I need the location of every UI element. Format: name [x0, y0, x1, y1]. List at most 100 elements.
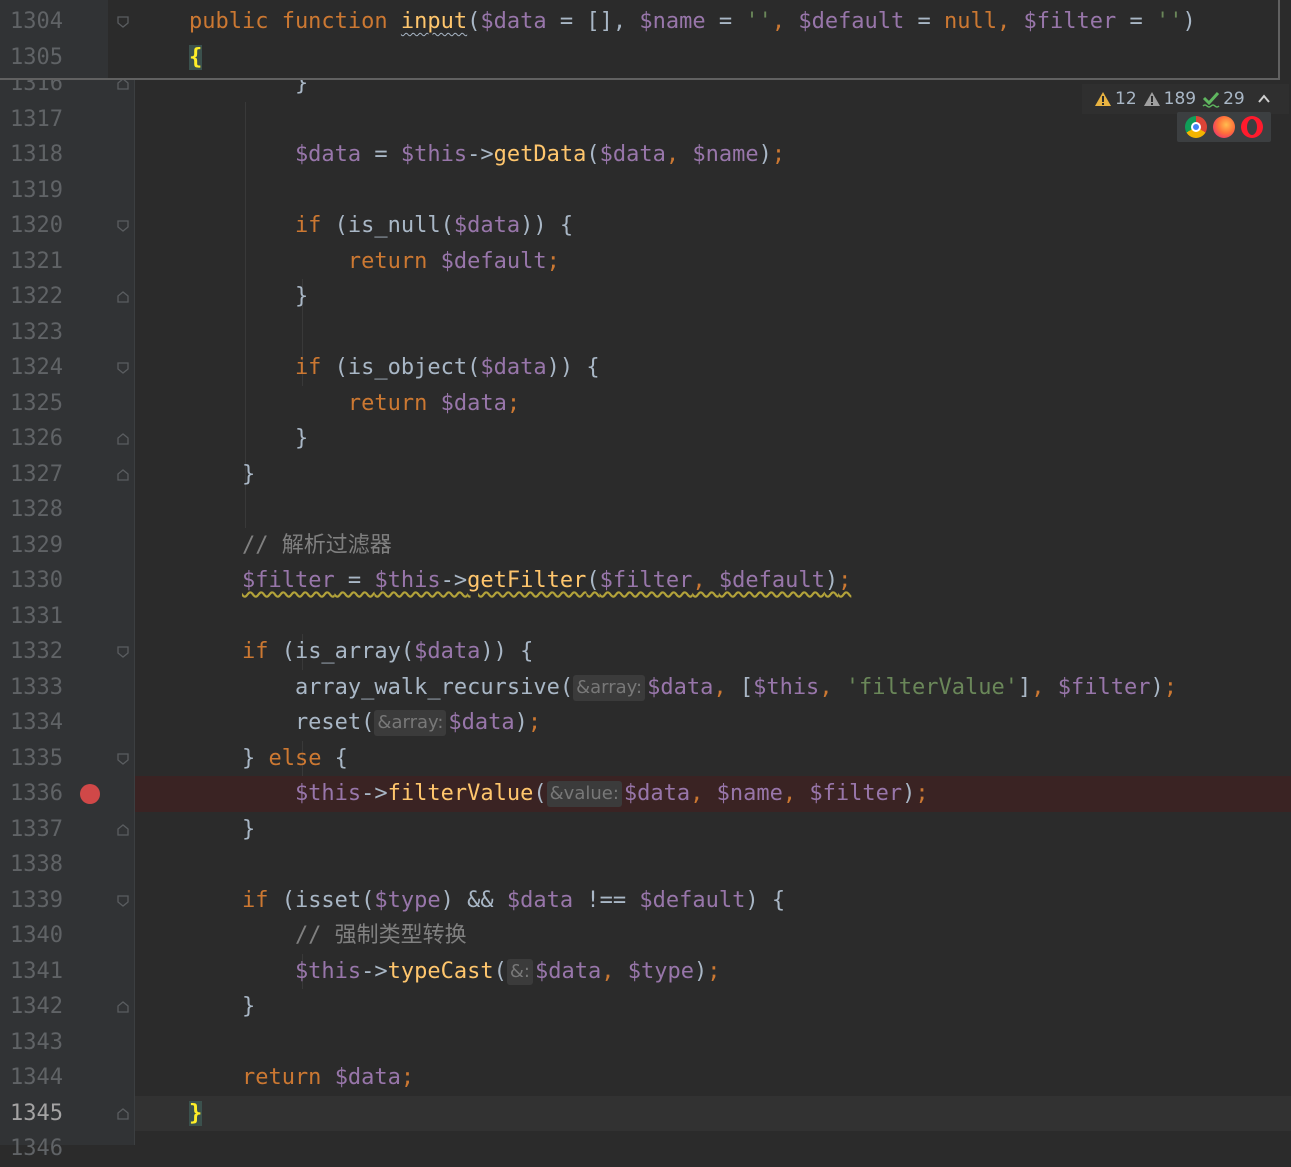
line-number[interactable]: 1320: [10, 208, 63, 244]
line-number[interactable]: 1337: [10, 812, 63, 848]
fold-marker-icon[interactable]: [116, 468, 130, 482]
code-line[interactable]: 1346: [0, 1131, 1291, 1167]
code-token: $this: [136, 958, 362, 984]
code-token: $filter: [1057, 674, 1151, 700]
code-editor[interactable]: 1316 } 1317 1318 $data = $this->getData($d…: [0, 0, 1291, 1161]
line-number[interactable]: 1304: [10, 4, 63, 40]
code-line[interactable]: 1330 $filter = $this->getFilter($filter,…: [0, 563, 1291, 599]
sticky-header[interactable]: 1304 public function input($data = [], $…: [0, 0, 1280, 80]
code-token: }: [188, 1100, 203, 1126]
code-line[interactable]: 1342 }: [0, 989, 1291, 1025]
line-number[interactable]: 1339: [10, 883, 63, 919]
line-number[interactable]: 1335: [10, 741, 63, 777]
line-number[interactable]: 1338: [10, 847, 63, 883]
line-number[interactable]: 1340: [10, 918, 63, 954]
code-line[interactable]: 1318 $data = $this->getData($data, $name…: [0, 137, 1291, 173]
line-number[interactable]: 1325: [10, 386, 63, 422]
code-line[interactable]: 1322 }: [0, 279, 1291, 315]
fold-marker-icon[interactable]: [116, 894, 130, 908]
code-line[interactable]: 1339 if (isset($type) && $data !== $defa…: [0, 883, 1291, 919]
line-number[interactable]: 1342: [10, 989, 63, 1025]
code-line[interactable]: 1332 if (is_array($data)) {: [0, 634, 1291, 670]
firefox-icon[interactable]: [1213, 116, 1235, 138]
line-number[interactable]: 1305: [10, 40, 63, 76]
code-text: if (is_array($data)) {: [136, 634, 533, 670]
code-line[interactable]: 1336 $this->filterValue(&value: $data, $n…: [0, 776, 1291, 812]
fold-marker-icon[interactable]: [116, 1000, 130, 1014]
code-text: }: [136, 421, 308, 457]
line-number[interactable]: 1330: [10, 563, 63, 599]
code-line[interactable]: 1341 $this->typeCast(&: $data, $type);: [0, 954, 1291, 990]
line-number[interactable]: 1343: [10, 1025, 63, 1061]
line-number[interactable]: 1329: [10, 528, 63, 564]
line-number[interactable]: 1319: [10, 173, 63, 209]
line-number[interactable]: 1346: [10, 1131, 63, 1167]
code-line[interactable]: 1338: [0, 847, 1291, 883]
code-token: =: [1116, 9, 1156, 34]
code-token: ,: [713, 674, 740, 700]
line-number[interactable]: 1327: [10, 457, 63, 493]
fold-marker-icon[interactable]: [116, 290, 130, 304]
code-token: $filter: [241, 568, 335, 593]
typos-indicator[interactable]: 29: [1202, 89, 1245, 109]
opera-icon[interactable]: [1241, 116, 1263, 138]
code-line[interactable]: 1319: [0, 173, 1291, 209]
code-token: $data: [414, 639, 481, 664]
code-line[interactable]: 1335 } else {: [0, 741, 1291, 777]
line-number[interactable]: 1323: [10, 315, 63, 351]
code-line[interactable]: 1325 return $data;: [0, 386, 1291, 422]
code-text: if (isset($type) && $data !== $default) …: [136, 883, 785, 919]
line-number[interactable]: 1341: [10, 954, 63, 990]
line-number[interactable]: 1333: [10, 670, 63, 706]
weak-warnings-indicator[interactable]: 189: [1143, 89, 1196, 109]
code-line[interactable]: 1326 }: [0, 421, 1291, 457]
code-line[interactable]: 1328: [0, 492, 1291, 528]
code-token: ;: [838, 568, 852, 593]
code-line[interactable]: 1324 if (is_object($data)) {: [0, 350, 1291, 386]
line-number[interactable]: 1344: [10, 1060, 63, 1096]
code-line[interactable]: 1345 }: [0, 1095, 1291, 1132]
code-line[interactable]: 1344 return $data;: [0, 1060, 1291, 1096]
line-number[interactable]: 1321: [10, 244, 63, 280]
code-line[interactable]: 1334 reset(&array: $data);: [0, 705, 1291, 741]
fold-marker-icon[interactable]: [116, 752, 130, 766]
line-number[interactable]: 1334: [10, 705, 63, 741]
code-line[interactable]: 1333 array_walk_recursive(&array: $data, …: [0, 670, 1291, 706]
browser-preview-popup: [1177, 112, 1271, 142]
code-line[interactable]: 1337 }: [0, 812, 1291, 848]
line-number[interactable]: 1322: [10, 279, 63, 315]
code-line[interactable]: 1320 if (is_null($data)) {: [0, 208, 1291, 244]
code-text: } else {: [136, 741, 348, 777]
fold-marker-icon[interactable]: [116, 219, 130, 233]
line-number[interactable]: 1318: [10, 137, 63, 173]
line-number[interactable]: 1326: [10, 421, 63, 457]
inspection-widget[interactable]: 12 189 29: [1082, 84, 1289, 114]
code-line[interactable]: 1343: [0, 1025, 1291, 1061]
fold-marker-icon[interactable]: [116, 645, 130, 659]
fold-marker-icon[interactable]: [116, 1107, 130, 1121]
fold-marker-icon[interactable]: [116, 15, 130, 29]
chevron-up-icon[interactable]: [1257, 92, 1271, 106]
sticky-code-line[interactable]: 1305 {: [0, 40, 1276, 76]
line-number[interactable]: 1331: [10, 599, 63, 635]
fold-marker-icon[interactable]: [116, 823, 130, 837]
fold-marker-icon[interactable]: [116, 361, 130, 375]
code-line[interactable]: 1321 return $default;: [0, 244, 1291, 280]
line-number[interactable]: 1324: [10, 350, 63, 386]
code-line[interactable]: 1340 // 强制类型转换: [0, 918, 1291, 954]
sticky-code-line[interactable]: 1304 public function input($data = [], $…: [0, 4, 1276, 40]
fold-marker-icon[interactable]: [116, 432, 130, 446]
code-line[interactable]: 1329 // 解析过滤器: [0, 528, 1291, 564]
line-number[interactable]: 1345: [10, 1096, 63, 1132]
chrome-icon[interactable]: [1185, 116, 1207, 138]
code-line[interactable]: 1323: [0, 315, 1291, 351]
line-number[interactable]: 1332: [10, 634, 63, 670]
code-token: if: [136, 213, 322, 238]
line-number[interactable]: 1336: [10, 776, 63, 812]
line-number[interactable]: 1317: [10, 102, 63, 138]
line-number[interactable]: 1328: [10, 492, 63, 528]
breakpoint-icon[interactable]: [80, 784, 100, 804]
code-line[interactable]: 1331: [0, 599, 1291, 635]
code-line[interactable]: 1327 }: [0, 457, 1291, 493]
warnings-indicator[interactable]: 12: [1094, 89, 1137, 109]
